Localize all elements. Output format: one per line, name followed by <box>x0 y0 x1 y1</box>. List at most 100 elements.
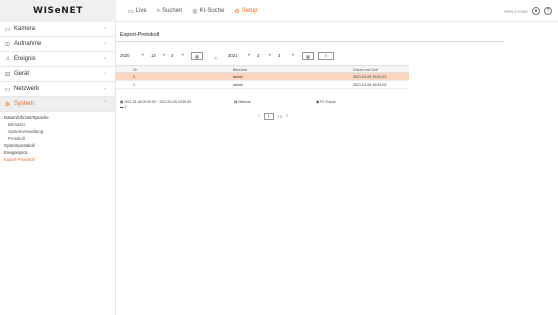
sidebar: ▭ Kamera ⌄ ⊙ Aufnahme ⌄ ♫ Ereignis ⌄ ⊟ G… <box>0 22 116 315</box>
chevron-down-icon: ⌄ <box>102 55 107 61</box>
row-date: 2021-01-06 19:51:03 <box>353 83 387 87</box>
nav-live[interactable]: ▭ Live <box>128 8 147 15</box>
chevron-up-icon: ⌃ <box>102 100 107 106</box>
top-nav: ▭ Live ⌕ Suchen ◎ KI-Suche ⚙ Setup <box>128 0 257 22</box>
title-divider <box>116 41 505 42</box>
column-header-no[interactable]: Nr. <box>133 68 138 72</box>
range-text: 2021-01-06 00:00:00 ~ 2021-01-06 23:59:5… <box>124 100 191 104</box>
nav-setup[interactable]: ⚙ Setup <box>234 8 257 15</box>
submenu-protokoll[interactable]: Protokoll <box>0 135 115 142</box>
calendar-icon: ▦ <box>195 53 199 59</box>
chevron-down-icon: ▾ <box>182 53 184 57</box>
export-legend: ▣ PC Export <box>316 100 336 104</box>
logo-area: WISeNET <box>0 0 116 22</box>
submenu-benutzer[interactable]: Benutzer <box>0 121 115 128</box>
sidebar-item-label: Netzwerk <box>14 86 40 92</box>
row-no: 1 <box>133 83 135 87</box>
network-icon: ▭ <box>4 86 11 93</box>
submenu-datum-uhrzeit[interactable]: Datum/Uhrzeit/Sprache <box>0 114 115 121</box>
user-icon[interactable]: ● <box>532 7 540 15</box>
export-log-table: Nr. Benutzer Datum und Zeit 2 admin 2021… <box>116 65 409 89</box>
sidebar-item-aufnahme[interactable]: ⊙ Aufnahme ⌄ <box>0 37 115 52</box>
monitor-icon: ▭ <box>128 8 134 15</box>
chevron-right-icon[interactable]: › <box>286 113 288 119</box>
nav-setup-label: Setup <box>241 8 258 14</box>
sidebar-item-label: Ereignis <box>14 56 36 62</box>
end-calendar-button[interactable]: ▦ <box>302 52 314 60</box>
main-content: Export-Protokoll 2020 ▾ 12 ▾ 3 ▾ ▦ ~ 202… <box>116 22 558 315</box>
column-header-date: Datum und Zeit <box>353 68 378 72</box>
sidebar-item-label: Aufnahme <box>14 41 42 47</box>
row-no: 2 <box>133 75 135 79</box>
chevron-down-icon: ▾ <box>292 53 294 57</box>
sidebar-item-label: Gerät <box>14 71 30 77</box>
sidebar-item-label: System <box>14 101 35 107</box>
chevron-down-icon: ▾ <box>248 53 250 57</box>
network-legend: ▤ Network <box>234 100 251 104</box>
pagination: ‹ 1 / 1 › <box>258 112 288 120</box>
help-icon[interactable]: ? <box>544 7 552 15</box>
search-button[interactable]: ⌕ <box>318 52 334 60</box>
logo: WISeNET <box>33 6 83 16</box>
calendar-icon: ▦ <box>306 53 310 59</box>
chevron-down-icon: ▾ <box>163 53 165 57</box>
export-detail-legend: ▦ 2021-01-06 00:00:00 ~ 2021-01-06 23:59… <box>116 100 409 112</box>
end-day-select[interactable]: 3 <box>278 53 280 58</box>
range-legend: ▦ 2021-01-06 00:00:00 ~ 2021-01-06 23:59… <box>120 100 191 104</box>
column-header-user: Benutzer <box>233 68 248 72</box>
table-row[interactable]: 2 admin 2021-01-06 19:51:23 <box>116 73 409 81</box>
bell-icon: ♫ <box>5 56 10 62</box>
table-row[interactable]: 1 admin 2021-01-06 19:51:03 <box>116 81 409 89</box>
sidebar-item-geraet[interactable]: ⊟ Gerät ⌄ <box>0 67 115 82</box>
table-header: Nr. Benutzer Datum und Zeit <box>116 65 409 73</box>
page-title: Export-Protokoll <box>120 32 160 38</box>
start-year-select[interactable]: 2020 <box>120 53 130 58</box>
start-month-select[interactable]: 12 <box>151 53 156 58</box>
date-range-separator: ~ <box>214 56 217 62</box>
nav-search-label: Suchen <box>162 8 183 14</box>
search-icon: ⌕ <box>324 53 328 59</box>
top-right: PRN-STORE ● ? <box>505 0 552 22</box>
date-filter: 2020 ▾ 12 ▾ 3 ▾ ▦ ~ 2021 ▾ 2 ▾ 3 ▾ ▦ ⌕ <box>116 52 336 62</box>
chevron-down-icon: ⌄ <box>102 70 107 76</box>
chevron-left-icon[interactable]: ‹ <box>258 113 260 119</box>
chevron-down-icon: ⌄ <box>102 85 107 91</box>
submenu-export-protokoll[interactable]: Export-Protokoll <box>0 156 115 163</box>
page-total: / 1 <box>277 113 283 119</box>
chevron-down-icon: ▾ <box>142 53 144 57</box>
submenu-ereignisprot[interactable]: Ereignisprot. <box>0 149 115 156</box>
nav-ai-search[interactable]: ◎ KI-Suche <box>192 8 224 15</box>
end-year-select[interactable]: 2021 <box>228 53 238 58</box>
system-submenu: Datum/Uhrzeit/Sprache Benutzer Systemver… <box>0 112 115 163</box>
submenu-systemprotokoll[interactable]: Systemprotokoll <box>0 142 115 149</box>
chevron-down-icon: ⌄ <box>102 25 107 31</box>
row-user: admin <box>233 83 243 87</box>
start-calendar-button[interactable]: ▦ <box>191 52 203 60</box>
nav-ai-search-label: KI-Suche <box>199 8 225 14</box>
sidebar-item-netzwerk[interactable]: ▭ Netzwerk ⌄ <box>0 82 115 97</box>
start-day-select[interactable]: 3 <box>171 53 173 58</box>
export-text: PC Export <box>320 100 336 104</box>
row-date: 2021-01-06 19:51:23 <box>353 75 387 79</box>
top-bar: WISeNET ▭ Live ⌕ Suchen ◎ KI-Suche ⚙ Set… <box>0 0 558 22</box>
end-month-select[interactable]: 2 <box>257 53 259 58</box>
channel-legend: ▬ 1 <box>120 105 126 109</box>
chevron-down-icon: ▾ <box>269 53 271 57</box>
gear-icon: ⚙ <box>234 8 240 15</box>
sidebar-item-kamera[interactable]: ▭ Kamera ⌄ <box>0 22 115 37</box>
search-icon: ⌕ <box>156 7 161 14</box>
nav-search[interactable]: ⌕ Suchen <box>157 8 183 15</box>
submenu-systemverwaltung[interactable]: Systemverwaltung <box>0 128 115 135</box>
camera-icon: ▭ <box>4 26 11 33</box>
sidebar-item-system[interactable]: ⚙ System ⌃ <box>0 97 115 112</box>
device-icon: ⊟ <box>4 71 11 78</box>
page-number-input[interactable]: 1 <box>263 112 274 120</box>
gear-icon: ⚙ <box>4 101 11 108</box>
nav-live-label: Live <box>135 8 147 14</box>
sidebar-item-label: Kamera <box>14 26 36 32</box>
row-user: admin <box>233 75 243 79</box>
sidebar-item-ereignis[interactable]: ♫ Ereignis ⌄ <box>0 52 115 67</box>
user-name: PRN-STORE <box>504 8 528 14</box>
record-icon: ⊙ <box>4 41 11 48</box>
chevron-down-icon: ⌄ <box>102 40 107 46</box>
